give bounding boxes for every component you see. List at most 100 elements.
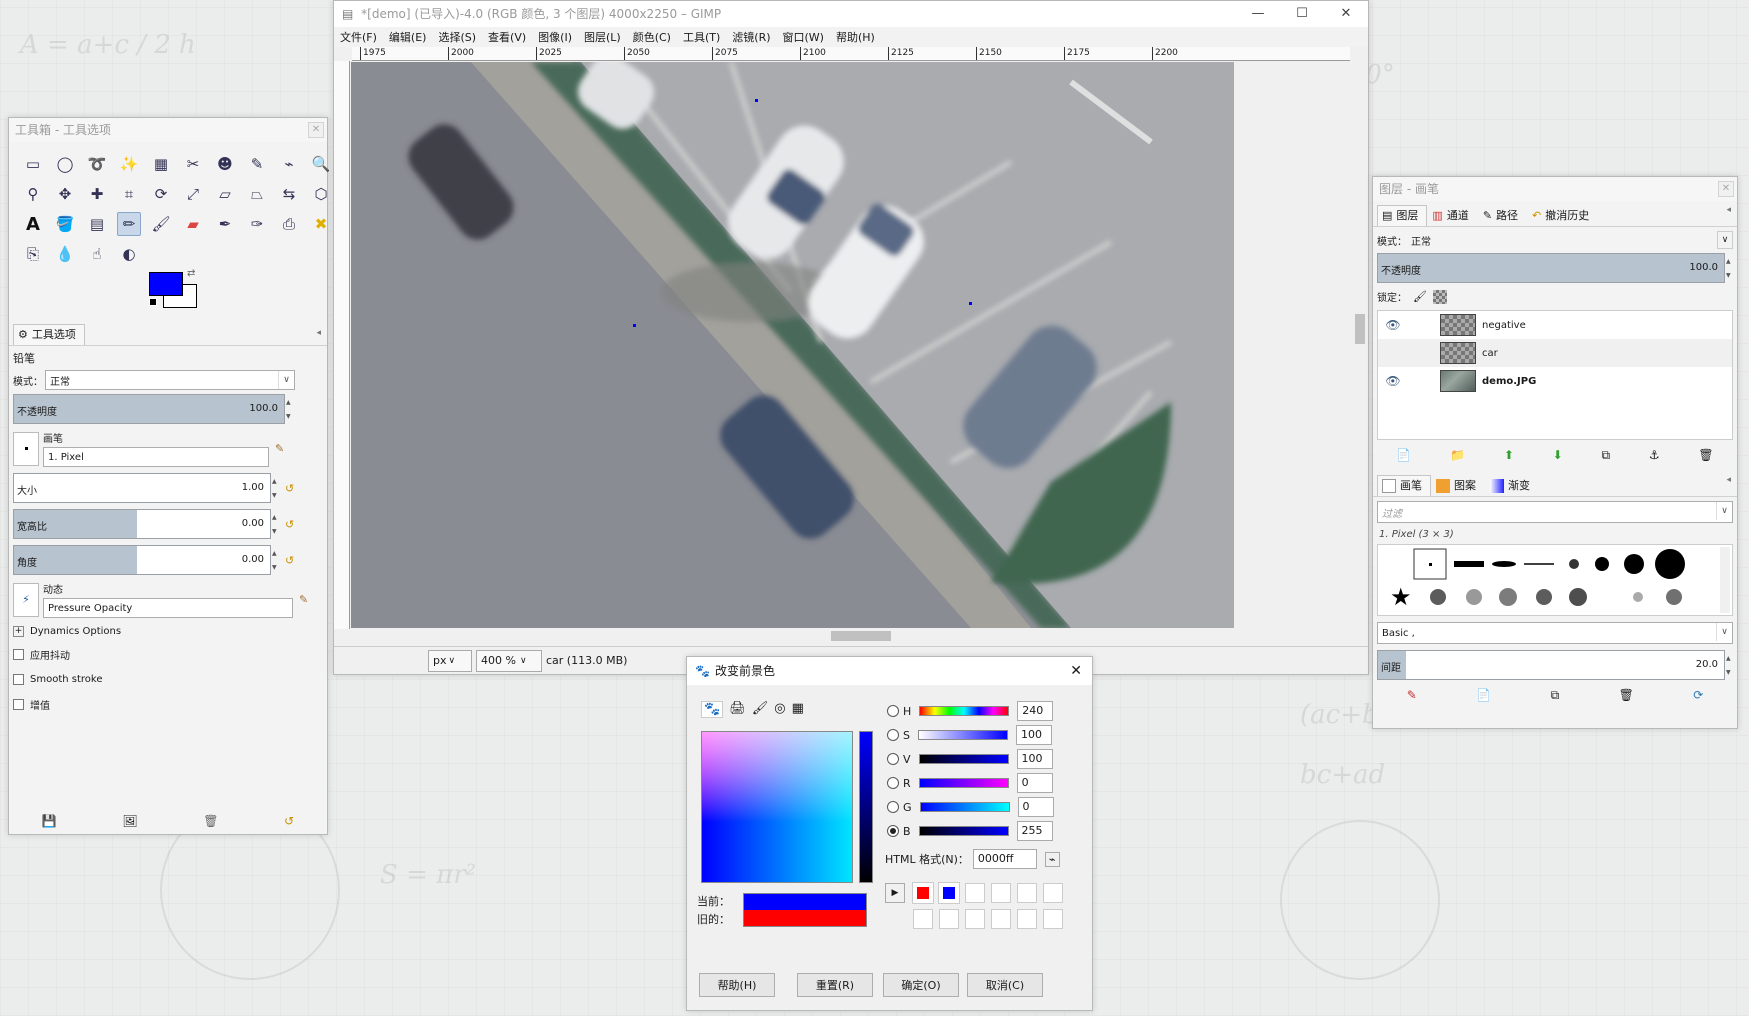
history-swatch[interactable] xyxy=(1017,909,1037,929)
history-swatch[interactable] xyxy=(912,882,934,904)
aspect-slider[interactable]: 宽高比 0.00 ▲ ▼ xyxy=(13,509,277,539)
close-icon[interactable]: ✕ xyxy=(1070,657,1082,685)
tab-brushes[interactable]: 画笔 xyxy=(1377,475,1431,496)
layer-opacity-slider[interactable]: 不透明度 100.0 ▲ ▼ xyxy=(1377,253,1731,283)
reset-angle-icon[interactable]: ↺ xyxy=(285,554,294,567)
edit-brush-icon[interactable]: ✎ xyxy=(275,442,284,455)
raise-layer-icon[interactable]: ⬆ xyxy=(1504,448,1514,463)
history-swatch[interactable] xyxy=(965,909,985,929)
tab-menu-icon[interactable]: ◂ xyxy=(1726,205,1731,215)
brush-scrollbar[interactable] xyxy=(1720,547,1730,613)
anchor-layer-icon[interactable]: ⚓ xyxy=(1649,448,1660,463)
fuzzy-select-tool-icon[interactable]: ✨ xyxy=(117,152,141,176)
lower-layer-icon[interactable]: ⬇ xyxy=(1553,448,1563,463)
menu-colors[interactable]: 颜色(C) xyxy=(633,29,671,45)
tab-gradients[interactable]: 渐变 xyxy=(1485,475,1539,496)
history-swatch[interactable] xyxy=(938,882,960,904)
color-picker-tool-icon[interactable]: ⌁ xyxy=(277,152,301,176)
unit-combo[interactable]: px ∨ xyxy=(428,649,472,672)
smooth-checkbox[interactable]: Smooth stroke xyxy=(9,674,327,685)
history-swatch[interactable] xyxy=(965,883,985,903)
crop-tool-icon[interactable]: ⌗ xyxy=(117,182,141,206)
tab-channels[interactable]: ▥ 通道 xyxy=(1427,205,1477,226)
mode-value[interactable]: 正常 xyxy=(1411,233,1431,248)
b-value[interactable]: 255 xyxy=(1016,821,1053,841)
mode-combo[interactable]: 正常 ∨ xyxy=(45,370,295,390)
tab-menu-icon[interactable]: ◂ xyxy=(1726,475,1731,485)
horizontal-ruler[interactable]: 1975 2000 2025 2050 2075 2100 2125 2150 … xyxy=(352,47,1350,61)
radio-b[interactable] xyxy=(887,825,899,837)
close-icon[interactable]: ✕ xyxy=(308,122,324,138)
jitter-checkbox[interactable]: 应用抖动 xyxy=(9,647,327,662)
r-value[interactable]: 0 xyxy=(1016,773,1053,793)
rotate-tool-icon[interactable]: ⟳ xyxy=(149,182,173,206)
incremental-checkbox[interactable]: 增值 xyxy=(9,697,327,712)
vertical-ruler[interactable] xyxy=(334,61,350,629)
tab-patterns[interactable]: 图案 xyxy=(1431,475,1485,496)
image-canvas[interactable] xyxy=(351,62,1234,628)
radio-h[interactable] xyxy=(887,705,899,717)
blur-tool-icon[interactable]: 💧 xyxy=(53,242,77,266)
ellipse-select-tool-icon[interactable]: ◯ xyxy=(53,152,77,176)
eye-icon[interactable]: 👁 xyxy=(1378,374,1408,388)
s-value[interactable]: 100 xyxy=(1015,725,1052,745)
angle-slider[interactable]: 角度 0.00 ▲ ▼ xyxy=(13,545,277,575)
help-button[interactable]: 帮助(H) xyxy=(699,973,775,997)
perspective-tool-icon[interactable]: ⏢ xyxy=(245,182,269,206)
layer-row[interactable]: car xyxy=(1378,339,1732,367)
pencil-tool-icon[interactable]: ✏ xyxy=(117,212,141,236)
history-swatch[interactable] xyxy=(939,909,959,929)
g-value[interactable]: 0 xyxy=(1017,797,1054,817)
gradient-tool-icon[interactable]: ▤ xyxy=(85,212,109,236)
checkbox[interactable] xyxy=(13,674,24,685)
menu-file[interactable]: 文件(F) xyxy=(340,29,377,45)
blue-bar[interactable] xyxy=(918,826,1009,836)
close-icon[interactable]: ✕ xyxy=(1718,181,1734,197)
edit-brush-icon[interactable]: ✎ xyxy=(1407,688,1417,703)
cmyk-selector-icon[interactable]: 🖨 xyxy=(729,701,746,718)
chevron-down-icon[interactable]: ∨ xyxy=(1717,231,1733,249)
menu-layer[interactable]: 图层(L) xyxy=(584,29,621,45)
foreground-color-swatch[interactable] xyxy=(149,272,183,296)
history-swatch[interactable] xyxy=(991,883,1011,903)
reset-options-icon[interactable]: ↺ xyxy=(284,814,294,828)
minimize-icon[interactable]: — xyxy=(1236,1,1280,27)
restore-options-icon[interactable]: 🖼 xyxy=(122,814,137,828)
foreground-select-tool-icon[interactable]: ☻ xyxy=(213,152,237,176)
airbrush-tool-icon[interactable]: ✒ xyxy=(213,212,237,236)
cage-tool-icon[interactable]: ⬡ xyxy=(309,182,333,206)
brush-filter-input[interactable]: 过滤 ∨ xyxy=(1377,501,1733,523)
clone-tool-icon[interactable]: ⎙ xyxy=(277,212,301,236)
vertical-scrollbar[interactable] xyxy=(1352,62,1368,628)
menu-image[interactable]: 图像(I) xyxy=(538,29,572,45)
brush-tag-combo[interactable]: Basic , ∨ xyxy=(1377,622,1733,644)
delete-options-icon[interactable]: 🗑 xyxy=(203,814,218,828)
tab-undo-history[interactable]: ↶ 撤消历史 xyxy=(1527,205,1598,226)
menu-select[interactable]: 选择(S) xyxy=(438,29,476,45)
history-swatch[interactable] xyxy=(913,909,933,929)
v-value[interactable]: 100 xyxy=(1016,749,1053,769)
hue-bar[interactable] xyxy=(919,706,1010,716)
lock-alpha-icon[interactable] xyxy=(1432,289,1447,304)
zoom-tool-icon[interactable]: 🔍 xyxy=(309,152,333,176)
layer-row[interactable]: 👁 negative xyxy=(1378,311,1732,339)
dynamics-options-expander[interactable]: + Dynamics Options xyxy=(9,626,327,637)
scale-tool-icon[interactable]: ⤢ xyxy=(181,182,205,206)
align-tool-icon[interactable]: ✚ xyxy=(85,182,109,206)
ok-button[interactable]: 确定(O) xyxy=(883,973,959,997)
swap-colors-icon[interactable]: ⇄ xyxy=(187,268,195,279)
opacity-slider[interactable]: 不透明度 100.0 ▲ ▼ xyxy=(13,394,291,424)
heal-tool-icon[interactable]: ✖ xyxy=(309,212,333,236)
new-brush-icon[interactable]: 📄 xyxy=(1476,688,1491,703)
tab-menu-icon[interactable]: ◂ xyxy=(316,328,321,338)
lasso-tool-icon[interactable]: ➰ xyxy=(85,152,109,176)
saturation-bar[interactable] xyxy=(917,730,1008,740)
menu-filters[interactable]: 滤镜(R) xyxy=(732,29,770,45)
spin-buttons[interactable]: ▲ ▼ xyxy=(286,395,294,423)
history-swatch[interactable] xyxy=(1017,883,1037,903)
red-bar[interactable] xyxy=(918,778,1009,788)
color-select-tool-icon[interactable]: ▦ xyxy=(149,152,173,176)
scissors-tool-icon[interactable]: ✂ xyxy=(181,152,205,176)
brush-field[interactable]: 1. Pixel xyxy=(43,447,269,467)
history-swatch[interactable] xyxy=(991,909,1011,929)
